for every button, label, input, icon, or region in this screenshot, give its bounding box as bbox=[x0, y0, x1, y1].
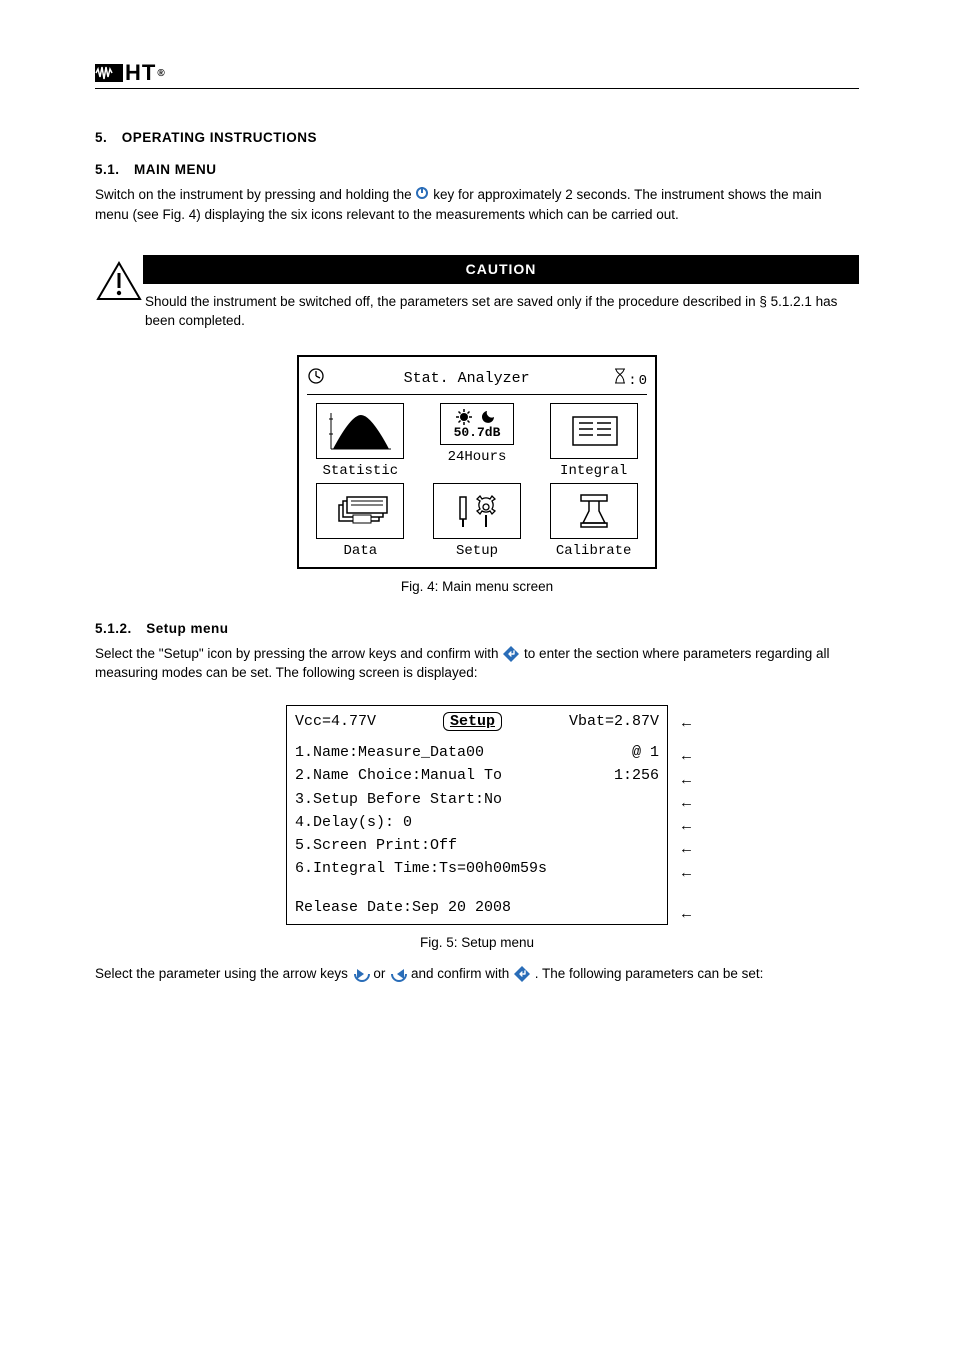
lcd-setup-menu: Vcc=4.77V Setup Vbat=2.87V 1.Name:Measur… bbox=[286, 705, 668, 925]
final-a: Select the parameter using the arrow key… bbox=[95, 966, 352, 981]
setup-icon[interactable] bbox=[433, 483, 521, 539]
setup-line-1[interactable]: 1.Name:Measure_Data00@ 1 bbox=[295, 741, 659, 764]
warning-icon bbox=[95, 261, 143, 301]
section-5-1-2-body: Select the "Setup" icon by pressing the … bbox=[95, 644, 859, 683]
arrow-left-icon bbox=[352, 965, 370, 983]
calibrate-icon[interactable] bbox=[550, 483, 638, 539]
vcc-value: Vcc=4.77V bbox=[295, 713, 376, 730]
subsection-title: MAIN MENU bbox=[134, 162, 217, 177]
release-date: Release Date:Sep 20 2008 bbox=[295, 899, 659, 916]
data-label: Data bbox=[307, 543, 414, 559]
section-5-1-2-heading: 5.1.2. Setup menu bbox=[95, 620, 859, 638]
final-paragraph: Select the parameter using the arrow key… bbox=[95, 964, 859, 984]
calibrate-label: Calibrate bbox=[540, 543, 647, 559]
db-value: 50.7dB bbox=[454, 426, 501, 439]
setup-line-2[interactable]: 2.Name Choice:Manual To1:256 bbox=[295, 764, 659, 787]
section-title: OPERATING INSTRUCTIONS bbox=[122, 130, 317, 145]
subsection-number-512: 5.1.2. bbox=[95, 621, 132, 636]
enter-icon bbox=[513, 965, 531, 983]
vbat-value: Vbat=2.87V bbox=[569, 713, 659, 730]
final-d: . The following parameters can be set: bbox=[535, 966, 764, 981]
hours24-label: 24Hours bbox=[424, 449, 531, 465]
subsection-title-512: Setup menu bbox=[146, 621, 228, 636]
figure-4-caption: Fig. 4: Main menu screen bbox=[95, 579, 859, 594]
hourglass-value: 0 bbox=[639, 373, 647, 389]
statistic-label: Statistic bbox=[307, 463, 414, 479]
body-text-part1: Switch on the instrument by pressing and… bbox=[95, 187, 415, 202]
setup-line-3[interactable]: 3.Setup Before Start:No bbox=[295, 788, 659, 811]
data-icon[interactable] bbox=[316, 483, 404, 539]
brand-logo: HT ® bbox=[95, 60, 166, 86]
caution-block: CAUTION Should the instrument be switche… bbox=[95, 255, 859, 337]
final-c: and confirm with bbox=[411, 966, 513, 981]
hours24-icon[interactable]: 50.7dB bbox=[440, 403, 514, 445]
figure-5-caption: Fig. 5: Setup menu bbox=[95, 935, 859, 950]
setup-line-6[interactable]: 6.Integral Time:Ts=00h00m59s bbox=[295, 857, 659, 880]
section-number: 5. bbox=[95, 130, 107, 145]
clock-icon bbox=[307, 367, 325, 390]
para1-a: Select the "Setup" icon by pressing the … bbox=[95, 646, 502, 661]
caution-text: Should the instrument be switched off, t… bbox=[143, 283, 859, 337]
integral-icon[interactable] bbox=[550, 403, 638, 459]
brand-text: HT bbox=[125, 60, 156, 86]
colon: : bbox=[628, 373, 636, 389]
section-5-1-body: Switch on the instrument by pressing and… bbox=[95, 185, 859, 225]
hourglass-icon bbox=[614, 368, 626, 389]
section-5-1-heading: 5.1. MAIN MENU bbox=[95, 161, 859, 179]
registered-mark: ® bbox=[157, 68, 165, 79]
integral-label: Integral bbox=[540, 463, 647, 479]
enter-icon bbox=[502, 645, 520, 663]
setup-label: Setup bbox=[424, 543, 531, 559]
caution-bar: CAUTION bbox=[143, 255, 859, 283]
setup-line-4[interactable]: 4.Delay(s): 0 bbox=[295, 811, 659, 834]
header-bar: HT ® bbox=[95, 60, 859, 89]
subsection-number: 5.1. bbox=[95, 162, 120, 177]
arrow-right-icon bbox=[389, 965, 407, 983]
section-5-heading: 5. OPERATING INSTRUCTIONS bbox=[95, 129, 859, 147]
back-arrow-column: ← ← ← ← ← ← ← ← bbox=[682, 712, 691, 926]
waveform-icon bbox=[95, 64, 123, 82]
statistic-icon[interactable] bbox=[316, 403, 404, 459]
setup-line-5[interactable]: 5.Screen Print:Off bbox=[295, 834, 659, 857]
final-b: or bbox=[373, 966, 389, 981]
power-icon bbox=[415, 186, 429, 206]
lcd-main-menu: Stat. Analyzer : 0 Statistic bbox=[297, 355, 657, 569]
lcd-title: Stat. Analyzer bbox=[325, 370, 608, 387]
setup-title: Setup bbox=[443, 712, 502, 731]
